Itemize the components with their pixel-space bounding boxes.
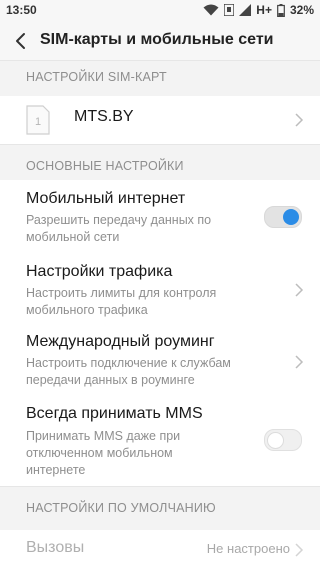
app-bar: SIM-карты и мобильные сети <box>0 22 320 60</box>
sim-card-list: 1 MTS.BY <box>0 96 320 144</box>
section-title: НАСТРОЙКИ ПО УМОЛЧАНИЮ <box>26 501 216 515</box>
status-icons: H+ 32% <box>203 3 314 17</box>
mms-toggle[interactable] <box>264 429 302 451</box>
traffic-settings-row[interactable]: Настройки трафика Настроить лимиты для к… <box>0 255 320 323</box>
mobile-internet-title: Мобильный интернет <box>26 190 186 207</box>
toggle-knob <box>267 432 284 449</box>
roaming-row[interactable]: Международный роуминг Настроить подключе… <box>0 323 320 395</box>
back-arrow-icon[interactable] <box>8 28 34 54</box>
mobile-internet-toggle[interactable] <box>264 206 302 228</box>
sim-operator-name: MTS.BY <box>74 108 134 125</box>
mms-row[interactable]: Всегда принимать MMS Принимать MMS даже … <box>0 395 320 486</box>
mobile-internet-row[interactable]: Мобильный интернет Разрешить передачу да… <box>0 180 320 255</box>
roaming-subtitle: Настроить подключение к службам передачи… <box>26 356 231 387</box>
sim-item[interactable]: 1 MTS.BY <box>0 96 320 144</box>
chevron-right-icon <box>295 543 304 557</box>
default-settings-list: Вызовы Не настроено <box>0 530 320 569</box>
signal-icon <box>239 4 252 16</box>
battery-icon <box>277 3 285 17</box>
sim-signal-icon <box>224 4 235 16</box>
mms-subtitle: Принимать MMS даже при отключенном мобил… <box>26 429 181 477</box>
battery-percent: 32% <box>289 3 314 17</box>
calls-title: Вызовы <box>26 539 85 556</box>
general-settings-list: Мобильный интернет Разрешить передачу да… <box>0 180 320 486</box>
calls-value: Не настроено <box>206 541 290 556</box>
sim-section-header: НАСТРОЙКИ SIM-КАРТ <box>0 60 320 97</box>
general-section-header: ОСНОВНЫЕ НАСТРОЙКИ <box>0 144 320 181</box>
sim-slot-number: 1 <box>35 116 41 128</box>
calls-row[interactable]: Вызовы Не настроено <box>0 530 320 569</box>
chevron-right-icon <box>295 355 304 369</box>
page-title: SIM-карты и мобильные сети <box>40 31 274 48</box>
default-section-header: НАСТРОЙКИ ПО УМОЛЧАНИЮ <box>0 486 320 531</box>
traffic-settings-subtitle: Настроить лимиты для контроля мобильного… <box>26 286 217 317</box>
section-title: ОСНОВНЫЕ НАСТРОЙКИ <box>26 159 184 173</box>
roaming-title: Международный роуминг <box>26 333 215 350</box>
section-title: НАСТРОЙКИ SIM-КАРТ <box>26 70 167 84</box>
toggle-knob <box>283 209 299 225</box>
status-time: 13:50 <box>6 3 37 17</box>
chevron-right-icon <box>295 283 304 297</box>
wifi-icon <box>203 4 219 16</box>
status-bar: 13:50 H+ 32% <box>0 0 320 22</box>
mms-title: Всегда принимать MMS <box>26 405 203 422</box>
traffic-settings-title: Настройки трафика <box>26 263 173 280</box>
sim-card-icon: 1 <box>26 105 50 135</box>
chevron-right-icon <box>295 113 304 127</box>
mobile-internet-subtitle: Разрешить передачу данных по мобильной с… <box>26 213 212 244</box>
network-type: H+ <box>256 3 272 17</box>
